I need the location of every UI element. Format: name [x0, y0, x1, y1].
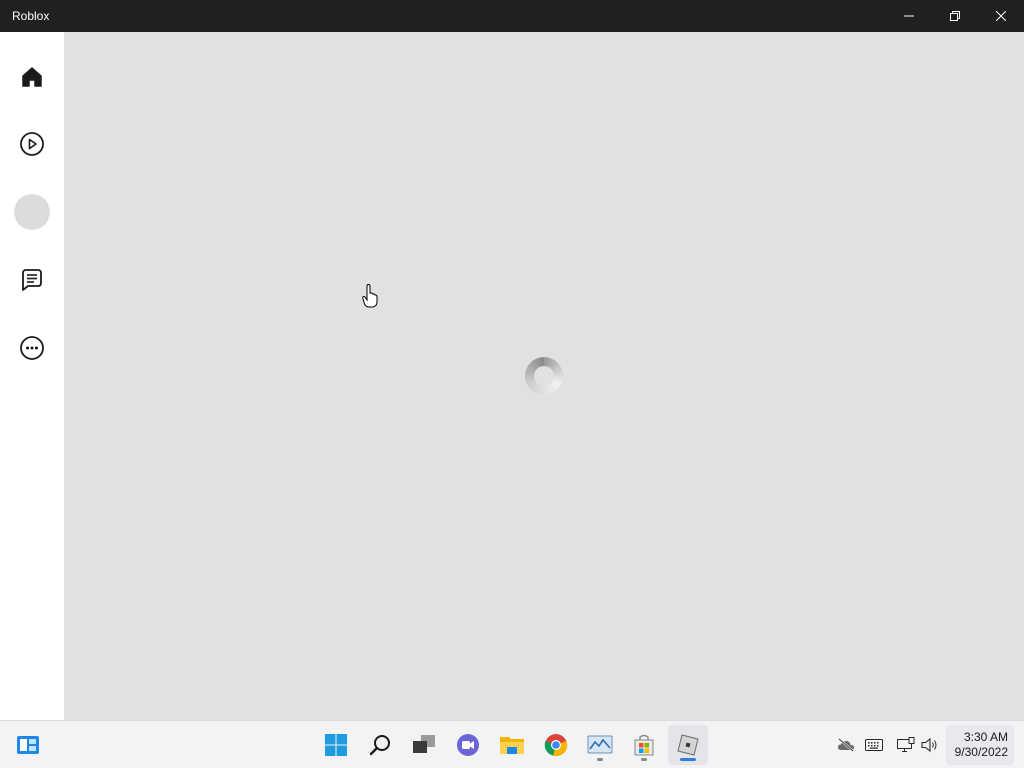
close-button[interactable]	[978, 0, 1024, 32]
file-explorer-icon	[500, 737, 524, 754]
store-indicator	[641, 758, 647, 761]
minimize-icon	[904, 15, 914, 17]
restore-button[interactable]	[932, 0, 978, 32]
teams-chat-icon	[457, 734, 479, 756]
teams-chat-button[interactable]	[448, 725, 488, 765]
close-icon	[996, 11, 1006, 21]
window-titlebar: Roblox	[0, 0, 1024, 32]
sidebar-item-discover[interactable]	[12, 124, 52, 164]
sidebar-item-more[interactable]	[12, 328, 52, 368]
more-icon	[20, 336, 44, 360]
window-title: Roblox	[12, 9, 50, 23]
sidebar-nav	[0, 32, 64, 720]
task-view-button[interactable]	[404, 725, 444, 765]
start-button[interactable]	[316, 725, 356, 765]
search-button[interactable]	[360, 725, 400, 765]
network-tray-button[interactable]	[896, 735, 916, 755]
restore-icon	[950, 11, 960, 21]
loading-spinner	[525, 357, 563, 395]
keyboard-icon	[865, 739, 883, 751]
task-manager-button[interactable]	[580, 725, 620, 765]
sidebar-item-home[interactable]	[12, 57, 52, 97]
avatar-placeholder	[14, 194, 50, 230]
taskbar: 3:30 AM 9/30/2022	[0, 720, 1024, 768]
home-icon	[22, 67, 42, 87]
clock-date: 9/30/2022	[954, 745, 1008, 759]
widgets-button[interactable]	[8, 725, 48, 765]
chat-icon	[22, 269, 42, 291]
volume-icon	[921, 737, 937, 753]
chrome-icon	[544, 734, 568, 757]
roblox-button[interactable]	[668, 725, 708, 765]
keyboard-tray-button[interactable]	[864, 735, 884, 755]
chrome-button[interactable]	[536, 725, 576, 765]
sidebar-item-avatar[interactable]	[12, 192, 52, 232]
file-explorer-button[interactable]	[492, 725, 532, 765]
search-icon	[369, 735, 390, 756]
task-manager-indicator	[597, 758, 603, 761]
onedrive-tray-button[interactable]	[836, 735, 856, 755]
clock-time: 3:30 AM	[963, 730, 1008, 744]
task-view-icon	[413, 735, 435, 753]
network-icon	[897, 737, 915, 752]
roblox-icon	[677, 734, 699, 756]
widgets-icon	[17, 736, 39, 754]
store-icon	[634, 734, 654, 756]
main-content	[64, 32, 1024, 720]
start-icon	[325, 734, 347, 756]
sidebar-item-chat[interactable]	[12, 260, 52, 300]
cloud-offline-icon	[838, 738, 854, 752]
task-manager-icon	[587, 735, 613, 754]
volume-tray-button[interactable]	[920, 735, 940, 755]
minimize-button[interactable]	[886, 0, 932, 32]
play-circle-icon	[20, 132, 44, 156]
store-button[interactable]	[624, 725, 664, 765]
taskbar-clock[interactable]: 3:30 AM 9/30/2022	[946, 725, 1014, 765]
hand-cursor-icon	[362, 283, 378, 313]
roblox-active-indicator	[680, 758, 696, 761]
